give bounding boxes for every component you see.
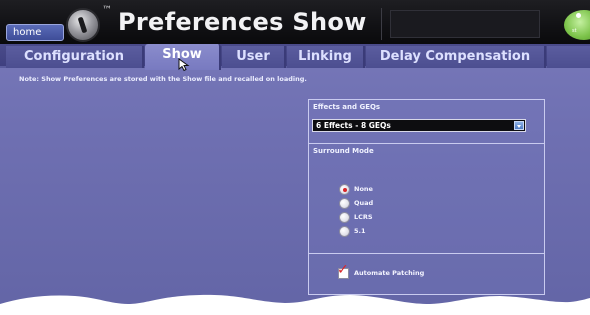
tab-user[interactable]: User [222,46,286,68]
tab-bar: Configuration Show User Linking Delay Co… [0,44,590,70]
surround-option-label: 5.1 [354,227,366,235]
radio-button[interactable] [339,212,350,223]
torn-paper-edge [0,294,590,315]
surround-mode-label: Surround Mode [313,147,374,155]
surround-option-label: Quad [354,199,374,207]
home-button[interactable]: home [6,24,64,41]
tab-delay-compensation[interactable]: Delay Compensation [366,46,546,68]
surround-mode-group: Surround Mode None Quad LCRS 5.1 [309,144,544,254]
title-divider [381,8,382,40]
preferences-screen: home ™ Preferences Show st Configuration… [0,0,590,315]
radio-button[interactable] [339,226,350,237]
status-label: st [572,28,577,34]
mouse-pointer-icon [178,58,190,72]
status-indicator-icon[interactable] [564,10,590,40]
patching-group: ✓ Automate Patching [309,254,544,294]
knob-logo-icon [66,8,100,42]
chevron-down-icon[interactable] [514,121,524,130]
surround-option-label: None [354,185,373,193]
checkmark-icon: ✓ [337,262,349,278]
effects-geqs-select[interactable]: 6 Effects - 8 GEQs [312,119,526,132]
tab-bar-filler [547,46,590,68]
radio-button[interactable] [339,198,350,209]
trademark-mark: ™ [102,5,112,16]
tab-linking[interactable]: Linking [287,46,365,68]
automate-patching-label: Automate Patching [354,269,425,277]
effects-geqs-label: Effects and GEQs [313,103,381,111]
show-settings-panel: Effects and GEQs 6 Effects - 8 GEQs Surr… [308,99,545,295]
surround-option-label: LCRS [354,213,373,221]
page-title: Preferences Show [118,8,367,36]
radio-button[interactable] [339,184,350,195]
effects-geqs-group: Effects and GEQs 6 Effects - 8 GEQs [309,100,544,144]
tab-configuration[interactable]: Configuration [6,46,144,68]
effects-geqs-value: 6 Effects - 8 GEQs [316,121,391,130]
title-bar: home ™ Preferences Show st [0,0,590,44]
show-name-field [390,10,540,38]
show-preferences-note: Note: Show Preferences are stored with t… [19,75,307,83]
